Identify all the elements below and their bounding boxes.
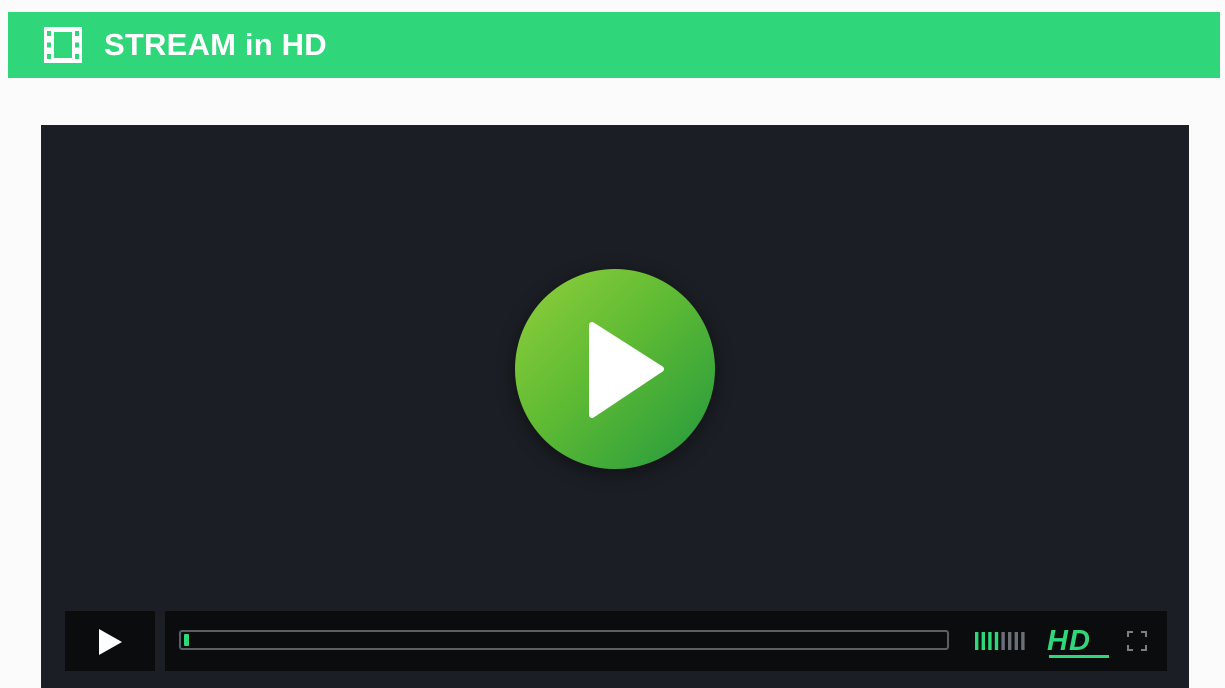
volume-bar	[1014, 632, 1018, 650]
page-title: STREAM in HD	[104, 27, 327, 62]
volume-bar	[1001, 632, 1005, 650]
volume-bar	[1008, 632, 1012, 650]
fullscreen-button[interactable]	[1125, 629, 1149, 653]
volume-control[interactable]	[975, 629, 1031, 653]
volume-bar	[1021, 632, 1025, 650]
fullscreen-icon	[1127, 631, 1147, 651]
page: STREAM in HD HD	[0, 0, 1225, 688]
control-bar: HD	[165, 611, 1167, 671]
volume-bar	[988, 632, 992, 650]
play-icon	[99, 629, 122, 655]
volume-bars-icon	[975, 632, 1025, 650]
big-play-button[interactable]	[515, 269, 715, 469]
play-button[interactable]	[65, 611, 155, 671]
player-controls: HD	[65, 611, 1167, 671]
volume-bar	[981, 632, 985, 650]
volume-bar	[994, 632, 999, 650]
volume-bar	[975, 632, 979, 650]
progress-fill	[184, 634, 189, 646]
hd-quality-button[interactable]: HD	[1047, 625, 1091, 657]
header-bar: STREAM in HD	[8, 12, 1220, 78]
film-strip-icon	[44, 27, 82, 63]
play-icon	[589, 322, 664, 418]
progress-bar[interactable]	[179, 630, 949, 650]
video-player[interactable]: HD	[41, 125, 1189, 688]
hd-underline	[1049, 655, 1109, 658]
